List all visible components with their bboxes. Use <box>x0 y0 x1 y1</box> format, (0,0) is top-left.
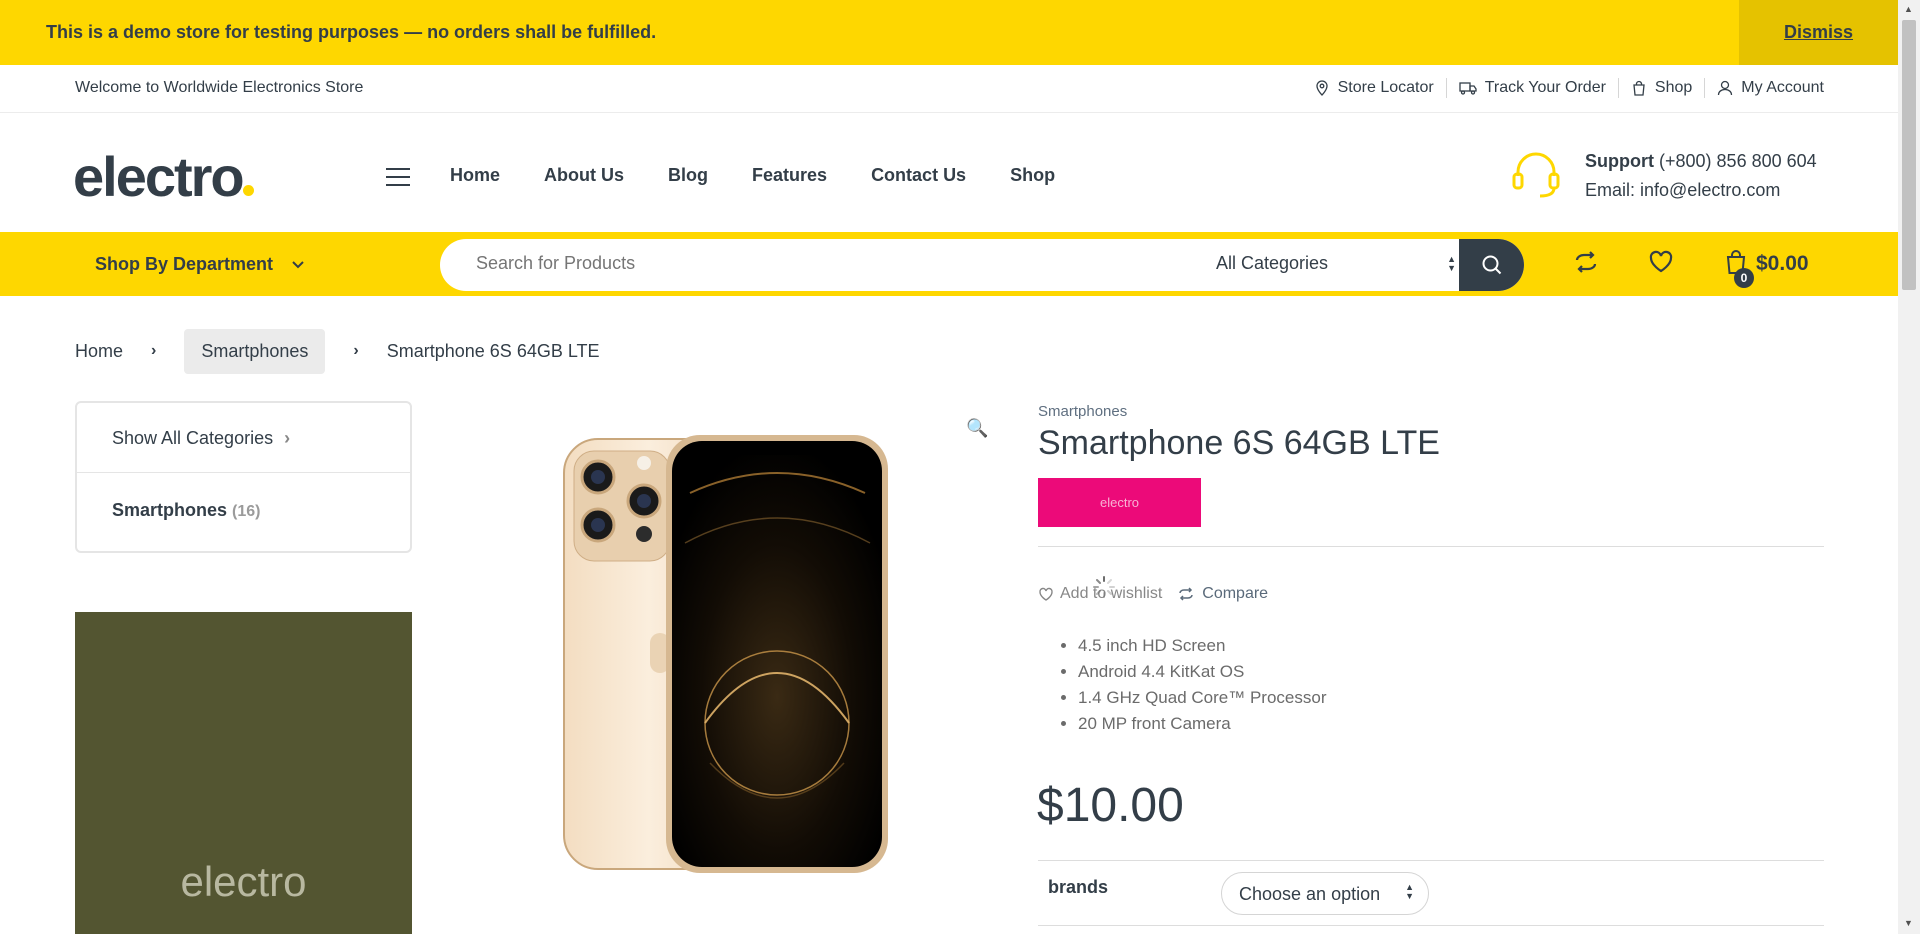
support-email: Email: info@electro.com <box>1585 180 1781 200</box>
nav-shop[interactable]: Shop <box>1010 165 1055 186</box>
feature-item: 20 MP front Camera <box>1078 711 1326 737</box>
shopping-bag-icon <box>1633 80 1645 96</box>
demo-store-notice: This is a demo store for testing purpose… <box>0 0 1898 65</box>
chevron-right-icon: › <box>284 428 291 448</box>
dismiss-button[interactable]: Dismiss <box>1739 0 1898 65</box>
department-label: Shop By Department <box>95 254 274 274</box>
track-order-label: Track Your Order <box>1484 79 1606 96</box>
show-all-categories-link[interactable]: Show All Categories › <box>77 403 410 473</box>
page-scrollbar[interactable]: ▲ ▼ <box>1898 0 1920 934</box>
top-bar: Welcome to Worldwide Electronics Store S… <box>0 65 1898 113</box>
my-account-link[interactable]: My Account <box>1705 78 1824 98</box>
cart-count-badge: 0 <box>1734 268 1754 288</box>
site-logo[interactable]: electro <box>73 147 245 207</box>
compare-button[interactable]: Compare <box>1178 585 1268 603</box>
sidebar-item-smartphones[interactable]: Smartphones (16) <box>77 473 410 521</box>
scroll-up-icon[interactable]: ▲ <box>1904 4 1913 14</box>
search-input[interactable] <box>476 253 1176 274</box>
add-to-wishlist-button[interactable]: Add to wishlist <box>1038 576 1162 603</box>
promo-banner-text: electro <box>180 858 307 905</box>
select-arrows-icon: ▲ ▼ <box>1447 254 1456 273</box>
nav-blog[interactable]: Blog <box>668 165 708 186</box>
variation-label: brands <box>1048 877 1109 897</box>
brands-select-value: Choose an option <box>1239 884 1381 904</box>
feature-item: 1.4 GHz Quad Core™ Processor <box>1078 685 1326 711</box>
breadcrumb-home[interactable]: Home <box>75 341 123 362</box>
product-image[interactable] <box>560 433 890 875</box>
logo-dot <box>243 185 254 196</box>
search-navigation-bar: Shop By Department All Categories ▲▼ <box>0 232 1898 296</box>
brands-select[interactable]: Choose an option ▲ ▼ <box>1221 872 1429 915</box>
cart-total[interactable]: $0.00 <box>1756 252 1809 276</box>
breadcrumb: Home › Smartphones › Smartphone 6S 64GB … <box>75 328 600 374</box>
search-form: All Categories ▲▼ <box>440 239 1524 291</box>
product-category-link[interactable]: Smartphones <box>1038 403 1127 420</box>
chevron-down-icon <box>292 260 304 268</box>
search-button[interactable] <box>1459 239 1524 291</box>
search-icon <box>1482 255 1501 275</box>
support-phone-number: (+800) 856 800 604 <box>1659 151 1817 171</box>
support-phone: Support (+800) 856 800 604 <box>1585 151 1817 172</box>
hamburger-menu-icon[interactable] <box>386 168 410 188</box>
main-navigation: Home About Us Blog Features Contact Us S… <box>450 165 1099 186</box>
sidebar-item-label: Smartphones <box>112 500 228 520</box>
product-actions: Add to wishlist Compare <box>1038 576 1268 603</box>
headset-support-icon <box>1512 152 1560 198</box>
product-title: Smartphone 6S 64GB LTE <box>1038 424 1440 462</box>
scrollbar-thumb[interactable] <box>1902 20 1916 290</box>
support-label: Support <box>1585 151 1654 171</box>
shop-by-department-button[interactable]: Shop By Department <box>95 254 305 275</box>
my-account-label: My Account <box>1741 79 1824 96</box>
sidebar-item-count: (16) <box>232 503 261 520</box>
product-features-list: 4.5 inch HD Screen Android 4.4 KitKat OS… <box>1078 633 1326 737</box>
scroll-down-icon[interactable]: ▼ <box>1904 918 1913 928</box>
breadcrumb-category[interactable]: Smartphones <box>184 328 326 374</box>
category-select[interactable]: All Categories ▲ ▼ <box>1216 253 1456 274</box>
top-links: Store Locator Track Your Order Shop My A… <box>1302 78 1824 98</box>
breadcrumb-current: Smartphone 6S 64GB LTE <box>386 340 600 361</box>
zoom-magnifier-icon[interactable]: 🔍 <box>966 418 988 439</box>
compare-label: Compare <box>1202 585 1269 602</box>
user-icon <box>1718 80 1733 96</box>
category-widget: Show All Categories › Smartphones (16) <box>75 401 412 553</box>
map-pin-icon <box>1315 80 1328 96</box>
divider <box>1038 546 1824 547</box>
truck-icon <box>1459 82 1477 95</box>
nav-features[interactable]: Features <box>752 165 827 186</box>
loading-spinner-icon <box>1093 576 1115 598</box>
shop-link[interactable]: Shop <box>1619 78 1706 98</box>
show-all-categories-label: Show All Categories <box>112 428 274 448</box>
category-select-value: All Categories <box>1216 253 1329 273</box>
heart-icon <box>1039 587 1053 601</box>
feature-item: 4.5 inch HD Screen <box>1078 633 1326 659</box>
chevron-right-icon: › <box>353 342 359 359</box>
feature-item: Android 4.4 KitKat OS <box>1078 659 1326 685</box>
nav-about-us[interactable]: About Us <box>544 165 624 186</box>
compare-arrows-icon <box>1179 587 1194 601</box>
track-order-link[interactable]: Track Your Order <box>1447 78 1619 98</box>
divider <box>1038 925 1824 926</box>
shop-link-label: Shop <box>1654 79 1693 96</box>
demo-notice-text: This is a demo store for testing purpose… <box>46 22 657 42</box>
nav-home[interactable]: Home <box>450 165 500 186</box>
promo-banner[interactable]: electro <box>75 612 412 934</box>
store-locator-label: Store Locator <box>1337 79 1434 96</box>
nav-contact-us[interactable]: Contact Us <box>871 165 966 186</box>
select-arrows-icon: ▲ ▼ <box>1405 882 1414 901</box>
brand-logo-badge[interactable]: electro <box>1038 478 1201 527</box>
welcome-message: Welcome to Worldwide Electronics Store <box>75 79 364 96</box>
chevron-right-icon: › <box>151 342 157 359</box>
divider <box>1038 860 1824 861</box>
product-price: $10.00 <box>1037 779 1184 832</box>
store-locator-link[interactable]: Store Locator <box>1302 78 1447 98</box>
heart-wishlist-icon[interactable] <box>1647 248 1675 276</box>
compare-icon[interactable] <box>1572 248 1600 276</box>
